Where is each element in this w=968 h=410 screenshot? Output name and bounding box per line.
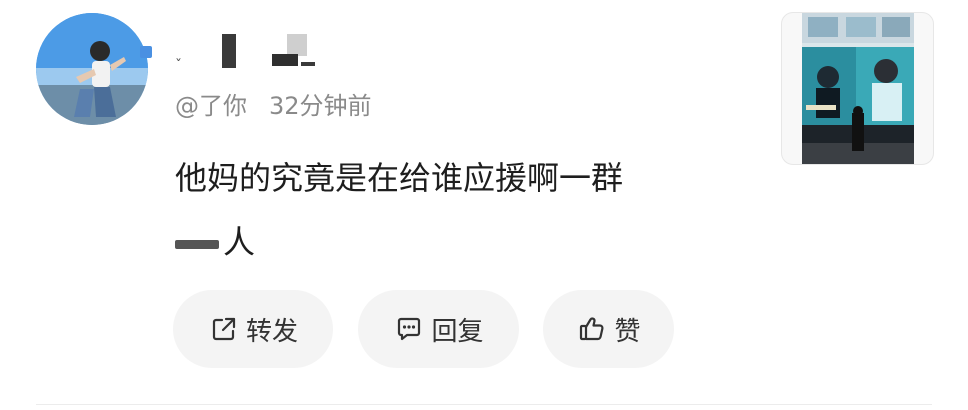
post-thumbnail[interactable] <box>781 12 934 165</box>
forward-label: 转发 <box>245 316 298 347</box>
forward-button[interactable]: 转发 <box>173 290 333 368</box>
avatar-image <box>36 13 148 125</box>
post-text-line-2: 人 <box>175 210 735 274</box>
post-time: 32分钟前 <box>269 92 372 120</box>
post-content: 他妈的究竟是在给谁应援啊一群 人 <box>175 146 735 274</box>
verified-badge-icon <box>140 46 152 58</box>
author-handle[interactable]: @了你 <box>175 92 247 120</box>
like-label: 赞 <box>614 316 641 347</box>
post-text-line-2-text: 人 <box>223 223 256 261</box>
reply-button[interactable]: 回复 <box>358 290 519 368</box>
thumbnail-image <box>802 13 914 164</box>
comment-bubble-icon <box>398 317 421 341</box>
mosaic-block <box>301 62 315 66</box>
mosaic-block <box>272 54 298 66</box>
mosaic-block <box>287 34 307 56</box>
post-meta: @了你 32分钟前 <box>175 86 372 121</box>
mosaic-block <box>222 34 236 68</box>
reply-label: 回复 <box>431 316 484 347</box>
redaction-mark <box>175 239 219 249</box>
share-external-icon <box>212 317 236 341</box>
username-redacted[interactable]: ˇ <box>175 32 375 74</box>
mosaic-mark: ˇ <box>175 58 182 74</box>
post-text-line-1: 他妈的究竟是在给谁应援啊一群 <box>175 159 624 197</box>
divider <box>36 404 932 405</box>
thumbs-up-icon <box>580 317 604 341</box>
avatar[interactable] <box>36 13 148 125</box>
like-button[interactable]: 赞 <box>543 290 674 368</box>
